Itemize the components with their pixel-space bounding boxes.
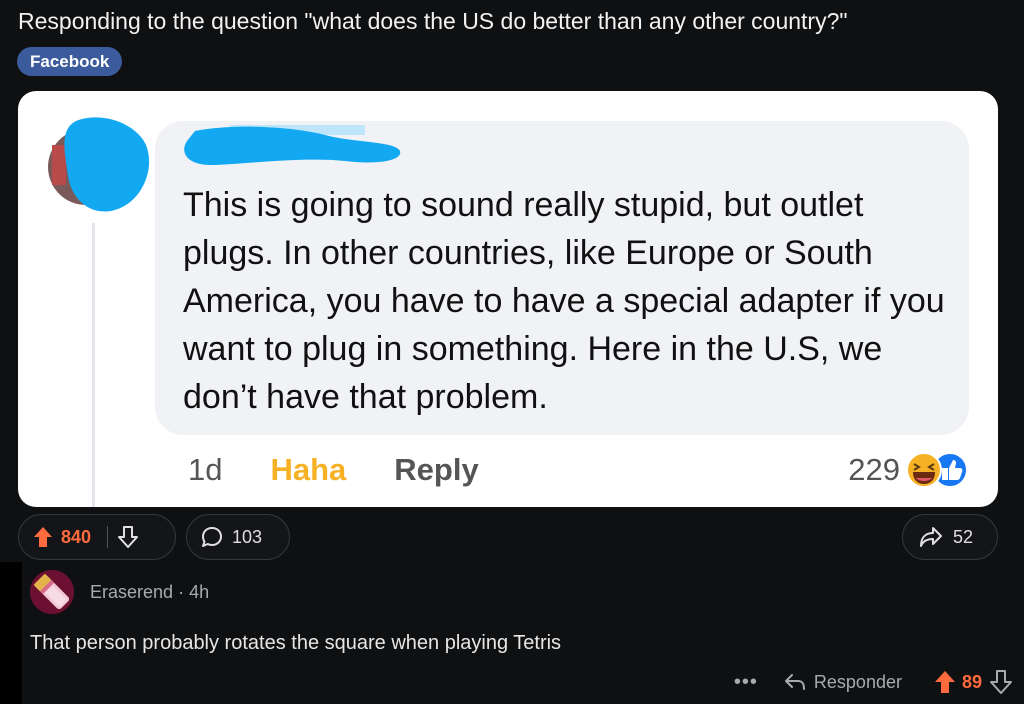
downvote-arrow-icon[interactable] [118,526,139,548]
share-count: 52 [953,526,974,547]
comment-actions: 1d Haha Reply [188,447,479,493]
reddit-post: Responding to the question "what does th… [0,0,1024,562]
comment-timestamp: 1d [188,452,223,487]
facebook-screenshot-image: This is going to sound really stupid, bu… [18,91,998,507]
upvote-arrow-icon[interactable] [33,526,53,548]
comment-count: 103 [232,526,263,547]
responder-button[interactable]: Responder [784,672,902,693]
reaction-icons [904,450,970,490]
reply-downvote-icon[interactable] [990,670,1012,694]
reply-actions: ••• Responder 89 [734,668,1012,696]
redacted-avatar [46,115,154,213]
post-vote-count: 840 [61,526,92,547]
vote-divider [107,526,109,548]
reply-age: 4h [189,582,210,602]
post-vote-pill: 840 [18,514,176,560]
reply-arrow-icon [784,673,806,691]
post-flair[interactable]: Facebook [17,47,123,76]
share-arrow-icon [919,526,943,548]
comment-text: This is going to sound really stupid, bu… [183,186,945,416]
reply-username[interactable]: Eraserend [90,582,173,602]
comment-bubble: This is going to sound really stupid, bu… [155,121,969,435]
post-title[interactable]: Responding to the question "what does th… [18,6,848,36]
eraser-avatar-icon [30,570,74,614]
reply-comment: Eraserend · 4h That person probably rota… [22,562,1024,704]
reaction-summary: 229 [848,447,970,493]
reply-upvote-icon[interactable] [934,670,956,694]
reply-link: Reply [394,452,479,487]
redacted-name [175,121,405,166]
responder-label: Responder [813,671,902,692]
comment-bubble-icon [201,526,223,548]
reply-avatar[interactable] [30,570,74,614]
reaction-count: 229 [848,452,900,487]
share-button[interactable]: 52 [902,514,998,560]
reply-text: That person probably rotates the square … [30,632,562,654]
comments-button[interactable]: 103 [186,514,290,560]
haha-emoji-icon [906,452,968,488]
haha-reaction-label: Haha [270,452,347,487]
more-options-button[interactable]: ••• [734,671,758,694]
reply-vote-count: 89 [961,671,982,692]
reply-meta: Eraserend · 4h [90,582,209,603]
thread-line [92,223,95,507]
meta-separator: · [178,582,185,602]
